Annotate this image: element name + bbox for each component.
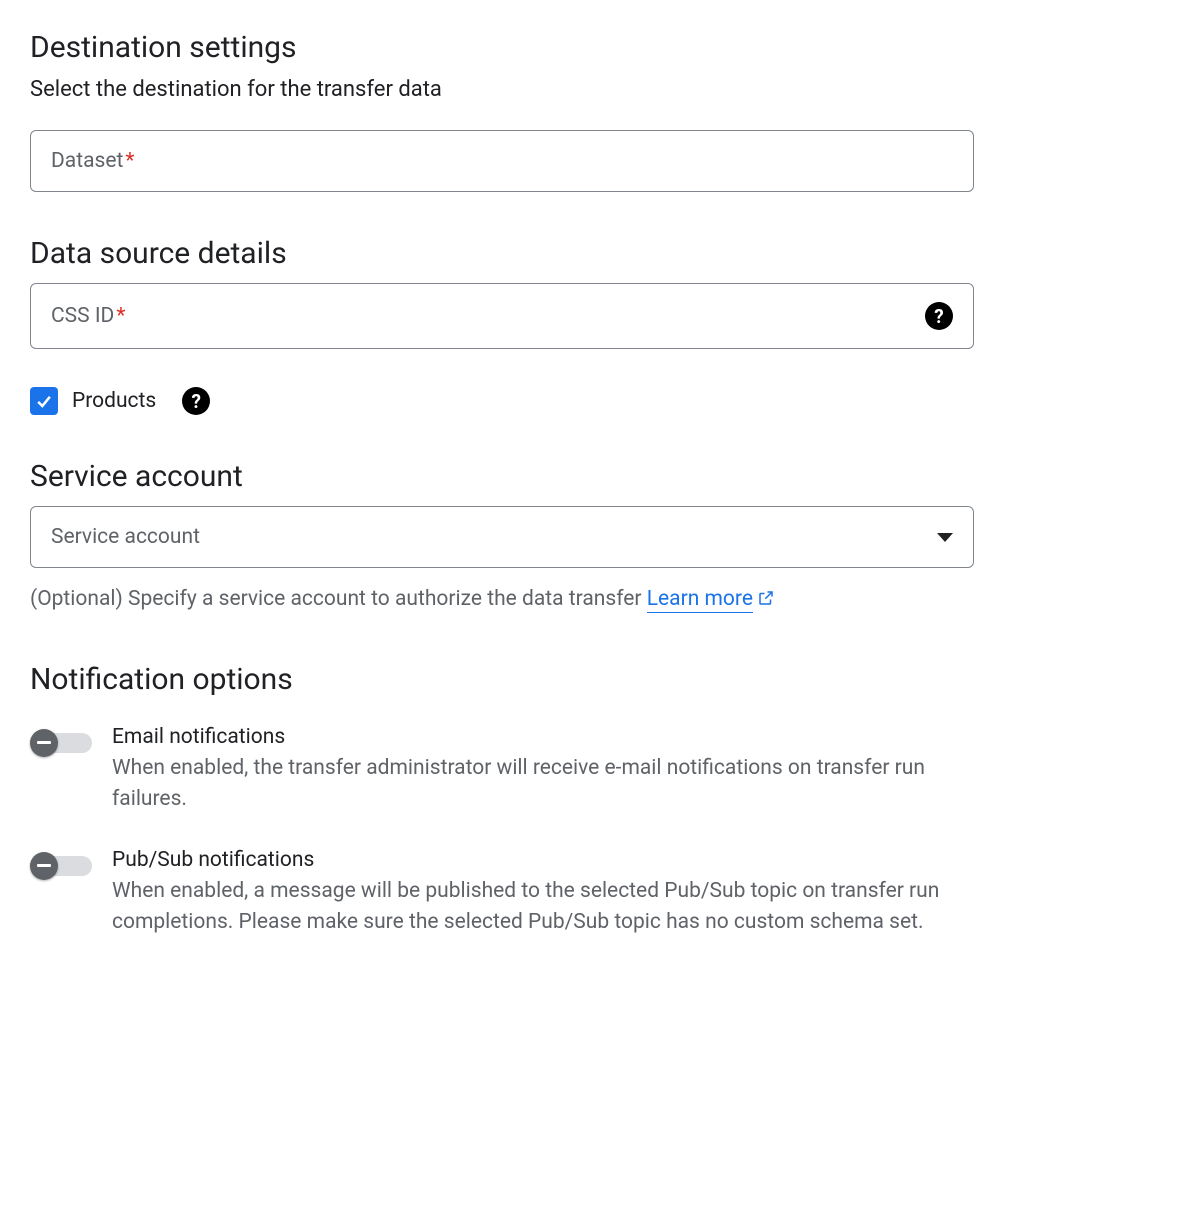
pubsub-notifications-description: When enabled, a message will be publishe… [112,876,982,939]
dataset-field[interactable]: Dataset* [30,130,974,192]
required-asterisk: * [125,149,134,173]
external-link-icon [757,586,775,618]
required-asterisk: * [116,304,125,328]
destination-settings-subtitle: Select the destination for the transfer … [30,77,1150,102]
css-id-field[interactable]: CSS ID* ? [30,283,974,349]
products-checkbox[interactable] [30,387,58,415]
service-account-helper-text: (Optional) Specify a service account to … [30,584,1150,618]
help-icon[interactable]: ? [182,387,210,415]
service-account-select[interactable]: Service account [30,506,974,568]
pubsub-notifications-row: Pub/Sub notifications When enabled, a me… [30,848,1150,939]
data-source-details-section: Data source details CSS ID* ? Products ? [30,236,1150,415]
email-notifications-row: Email notifications When enabled, the tr… [30,725,1150,816]
learn-more-link[interactable]: Learn more [647,587,753,613]
service-account-title: Service account [30,459,1150,494]
notification-options-title: Notification options [30,662,1150,697]
toggle-off-icon [30,729,58,757]
destination-settings-title: Destination settings [30,30,1150,65]
destination-settings-section: Destination settings Select the destinat… [30,30,1150,192]
checkmark-icon [34,391,54,411]
data-source-details-title: Data source details [30,236,1150,271]
help-icon[interactable]: ? [925,302,953,330]
pubsub-notifications-toggle[interactable] [30,852,92,876]
pubsub-notifications-label: Pub/Sub notifications [112,848,1150,872]
dataset-field-label: Dataset* [51,149,134,173]
css-id-field-label: CSS ID* [51,304,125,328]
service-account-select-label: Service account [51,525,200,549]
email-notifications-description: When enabled, the transfer administrator… [112,753,982,816]
products-checkbox-row: Products ? [30,387,1150,415]
email-notifications-toggle[interactable] [30,729,92,753]
products-checkbox-label: Products [72,389,156,413]
notification-options-section: Notification options Email notifications… [30,662,1150,939]
toggle-off-icon [30,852,58,880]
service-account-section: Service account Service account (Optiona… [30,459,1150,618]
email-notifications-label: Email notifications [112,725,1150,749]
chevron-down-icon [937,533,953,542]
